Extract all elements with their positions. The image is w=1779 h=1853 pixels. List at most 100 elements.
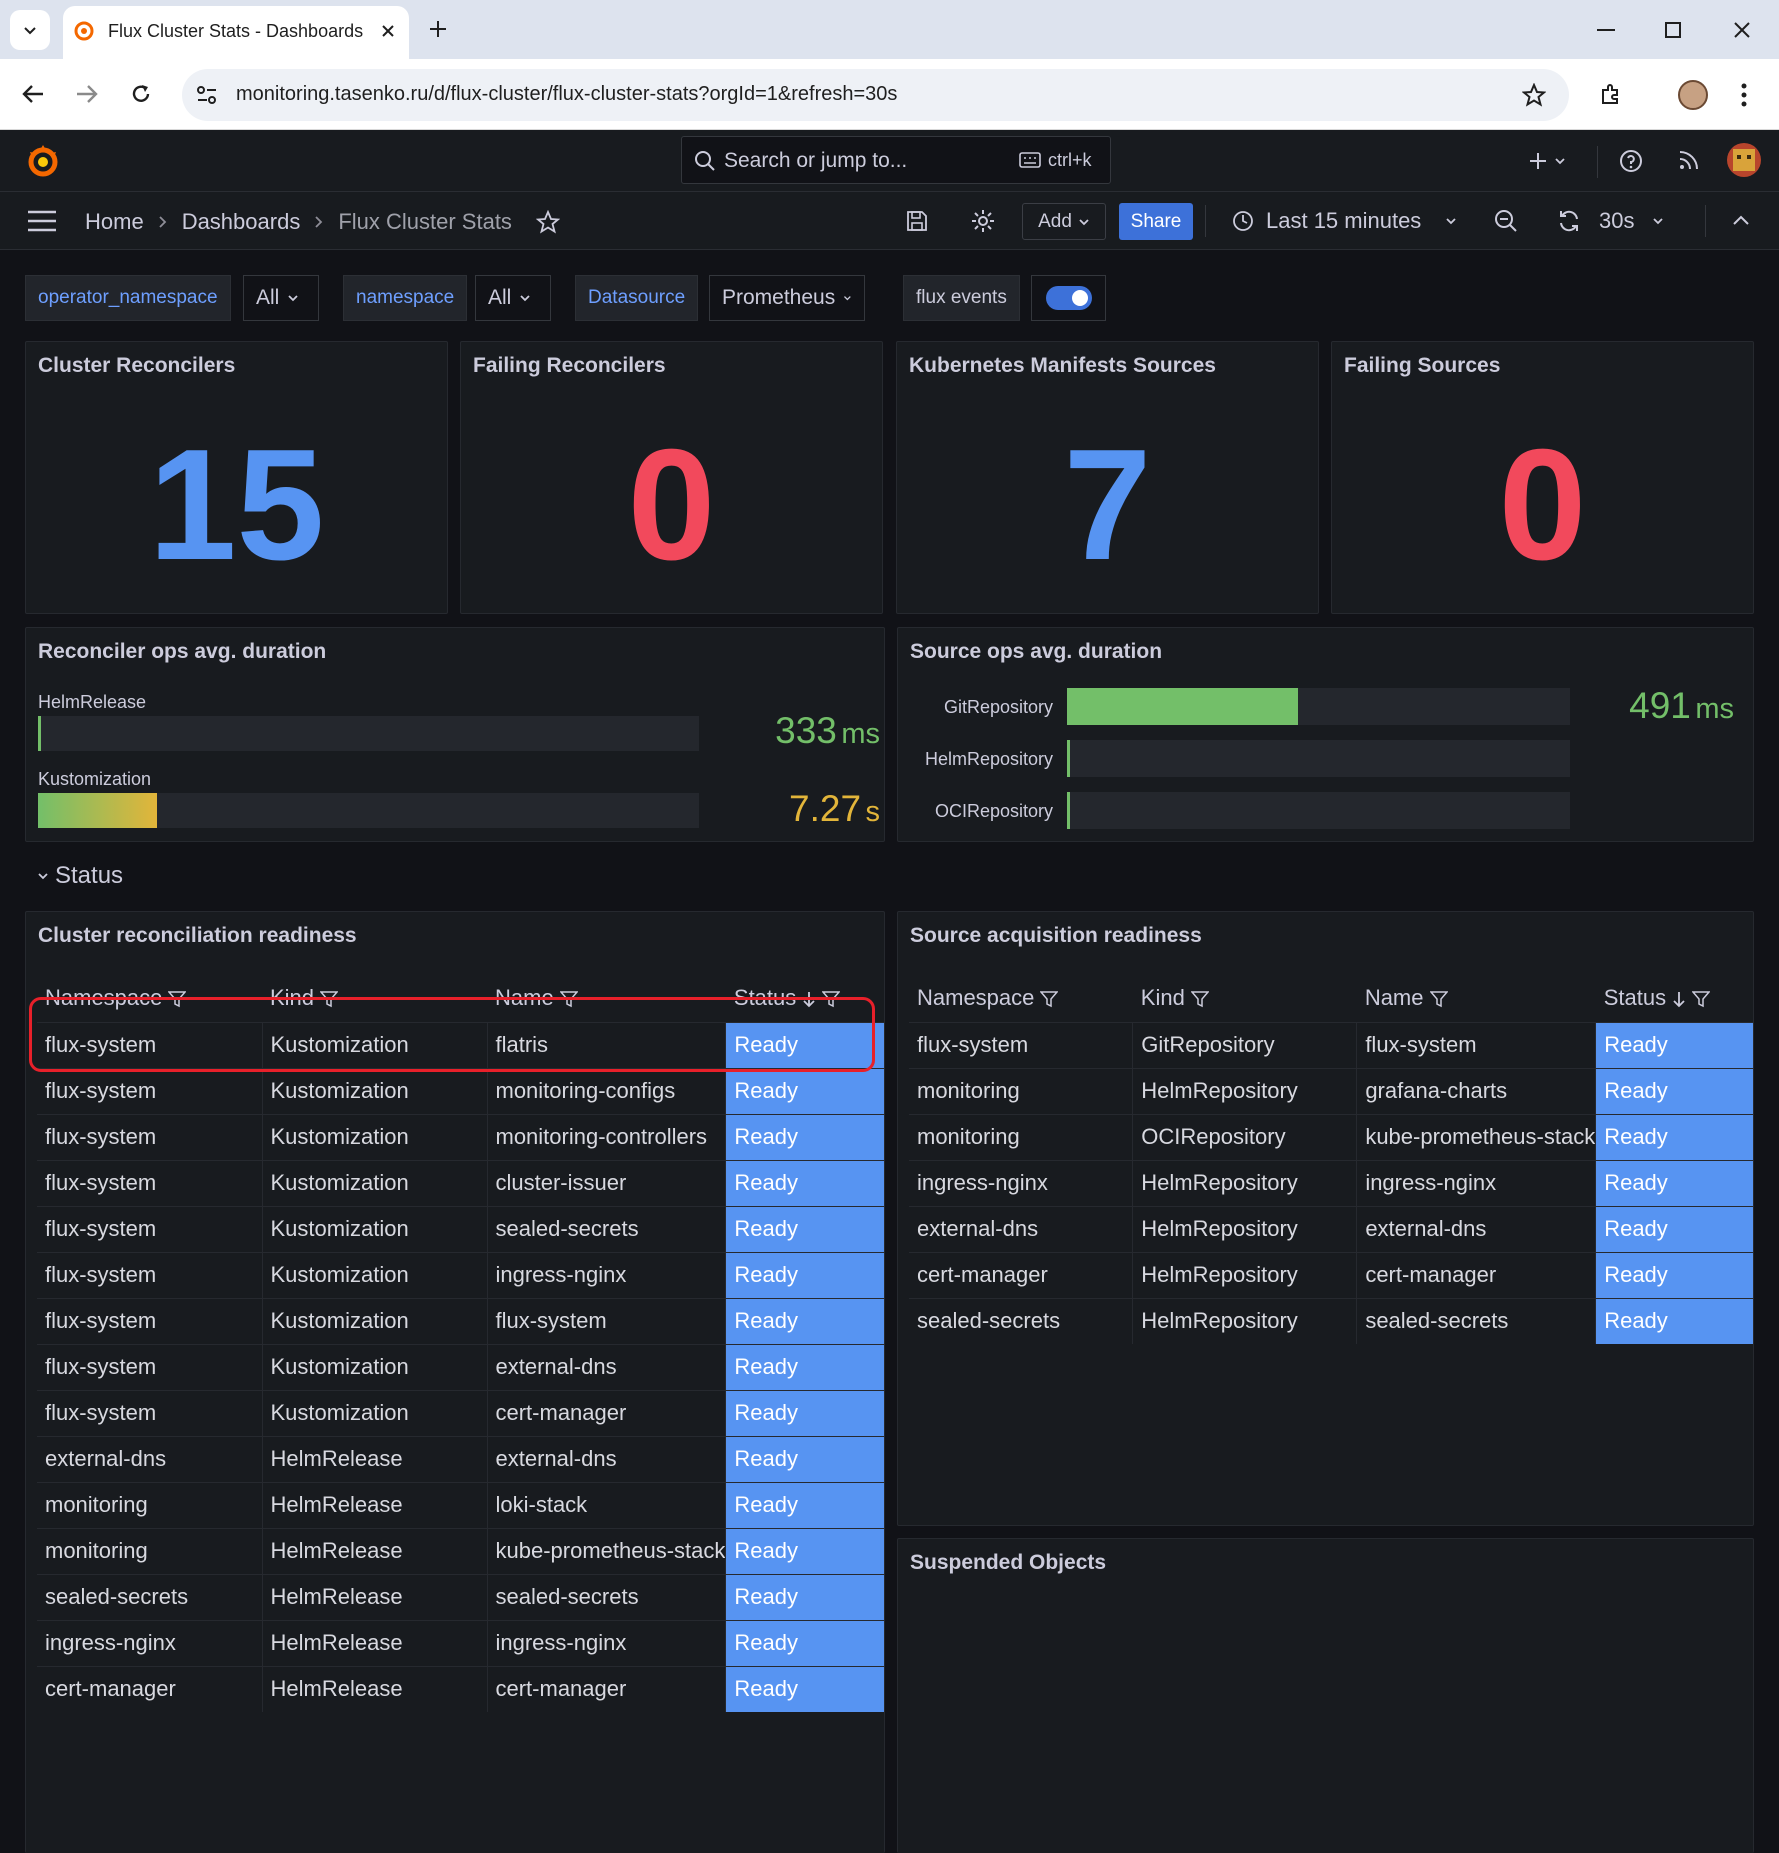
table-row[interactable]: flux-system Kustomization cert-manager Read…	[37, 1389, 884, 1436]
table-cell: Kustomization	[262, 1297, 488, 1344]
status-cell: Ready	[725, 1067, 884, 1114]
table-row[interactable]: flux-system Kustomization monitoring-contr…	[37, 1113, 884, 1160]
source-bar-fill	[1067, 792, 1070, 829]
settings-gear-icon[interactable]	[971, 209, 995, 233]
table-row[interactable]: external-dns HelmRelease external-dns Ready	[37, 1435, 884, 1482]
search-input[interactable]: Search or jump to... ctrl+k	[681, 136, 1111, 184]
status-cell: Ready	[725, 1297, 884, 1344]
table-row[interactable]: flux-system Kustomization external-dns Read…	[37, 1343, 884, 1390]
table-row[interactable]: flux-system GitRepository flux-system Ready	[909, 1021, 1753, 1068]
table-row[interactable]: monitoring HelmRepository grafana-charts Re…	[909, 1067, 1753, 1114]
table-row[interactable]: flux-system Kustomization monitoring-confi…	[37, 1067, 884, 1114]
column-header-label: Namespace	[917, 984, 1035, 1010]
table-row[interactable]: sealed-secrets HelmRepository sealed-secre…	[909, 1297, 1753, 1344]
bookmark-star-icon[interactable]	[1522, 83, 1546, 107]
sort-desc-icon[interactable]	[1672, 990, 1686, 1008]
new-menu-button[interactable]	[1528, 146, 1574, 176]
column-header[interactable]: Namespace	[909, 974, 1133, 1022]
status-cell: Ready	[725, 1619, 884, 1666]
chevron-up-icon[interactable]	[1732, 214, 1750, 226]
table-row[interactable]: ingress-nginx HelmRelease ingress-nginx Rea…	[37, 1619, 884, 1666]
table-row[interactable]: flux-system Kustomization ingress-nginx Rea…	[37, 1251, 884, 1298]
table-cell: monitoring-controllers	[487, 1113, 727, 1160]
status-cell: Ready	[725, 1435, 884, 1482]
filter-icon[interactable]	[1429, 990, 1448, 1008]
stat-panel: Failing Sources 0	[1331, 341, 1754, 614]
new-tab-icon[interactable]	[428, 19, 448, 39]
table-row[interactable]: external-dns HelmRepository external-dns Re…	[909, 1205, 1753, 1252]
tab-search-button[interactable]	[10, 10, 50, 50]
readiness-table: Namespace Kind Name Status flux-system Kustom…	[37, 974, 884, 1712]
stat-value: 7	[1063, 417, 1152, 593]
table-cell: flux-system	[37, 1113, 263, 1160]
menu-icon[interactable]	[27, 210, 57, 232]
breadcrumb-dashboards[interactable]: Dashboards	[182, 209, 301, 235]
close-icon[interactable]	[381, 24, 395, 38]
table-row[interactable]: ingress-nginx HelmRepository ingress-nginx…	[909, 1159, 1753, 1206]
help-icon[interactable]	[1619, 149, 1643, 173]
extensions-icon[interactable]	[1599, 82, 1623, 106]
add-button[interactable]: Add	[1022, 203, 1106, 240]
table-row[interactable]: flux-system Kustomization sealed-secrets Re…	[37, 1205, 884, 1252]
var-select-operator-namespace[interactable]: All	[243, 275, 319, 321]
table-cell: cert-manager	[487, 1389, 727, 1436]
grafana-logo-icon[interactable]	[24, 142, 62, 180]
user-avatar[interactable]	[1727, 143, 1761, 177]
table-row[interactable]: flux-system Kustomization cluster-issuer Re…	[37, 1159, 884, 1206]
maximize-icon[interactable]	[1665, 22, 1681, 38]
var-select-namespace[interactable]: All	[475, 275, 551, 321]
table-row[interactable]: monitoring HelmRelease loki-stack Ready	[37, 1481, 884, 1528]
table-cell: monitoring	[909, 1067, 1134, 1114]
star-icon[interactable]	[535, 210, 560, 234]
var-select-datasource[interactable]: Prometheus	[709, 275, 865, 321]
back-arrow-icon[interactable]	[22, 84, 44, 104]
filter-icon[interactable]	[1190, 990, 1209, 1008]
address-bar[interactable]: monitoring.tasenko.ru/d/flux-cluster/flu…	[182, 69, 1569, 121]
filter-icon[interactable]	[1040, 990, 1059, 1008]
news-feed-icon[interactable]	[1678, 149, 1700, 171]
reload-icon[interactable]	[130, 83, 152, 105]
browser-tab[interactable]: Flux Cluster Stats - Dashboards	[63, 6, 409, 59]
table-row[interactable]: cert-manager HelmRelease cert-manager Ready	[37, 1665, 884, 1712]
save-icon[interactable]	[906, 210, 928, 232]
var-value: Prometheus	[722, 286, 836, 309]
table-row[interactable]: sealed-secrets HelmRelease sealed-secrets R…	[37, 1573, 884, 1620]
column-header[interactable]: Name	[1357, 974, 1596, 1022]
reconciler-ops-panel: Reconciler ops avg. duration HelmRelease…	[25, 627, 885, 842]
zoom-out-icon[interactable]	[1494, 209, 1518, 233]
table-row[interactable]: monitoring OCIRepository kube-prometheus-s…	[909, 1113, 1753, 1160]
table-row[interactable]: cert-manager HelmRepository cert-manager Re…	[909, 1251, 1753, 1298]
table-row[interactable]: flux-system Kustomization flux-system Ready	[37, 1297, 884, 1344]
share-button[interactable]: Share	[1119, 203, 1193, 240]
status-cell: Ready	[725, 1113, 884, 1160]
search-icon	[695, 151, 715, 171]
refresh-picker[interactable]: 30s	[1557, 206, 1664, 236]
table-cell: external-dns	[1356, 1205, 1597, 1252]
site-info-icon[interactable]	[196, 85, 218, 105]
value-unit: ms	[1695, 693, 1734, 725]
table-row[interactable]: monitoring HelmRelease kube-prometheus-sta…	[37, 1527, 884, 1574]
column-header[interactable]: Status	[1596, 974, 1753, 1022]
flux-events-toggle[interactable]	[1045, 286, 1092, 310]
status-row-header[interactable]: Status	[37, 862, 123, 890]
filter-icon[interactable]	[1692, 990, 1711, 1008]
time-range-picker[interactable]: Last 15 minutes	[1232, 206, 1457, 236]
url-text[interactable]: monitoring.tasenko.ru/d/flux-cluster/flu…	[236, 83, 897, 106]
status-cell: Ready	[725, 1343, 884, 1390]
browser-menu-icon[interactable]	[1741, 83, 1747, 107]
forward-arrow-icon[interactable]	[76, 84, 98, 104]
chevron-down-icon	[1446, 218, 1456, 225]
status-cell: Ready	[1595, 1067, 1753, 1114]
column-header[interactable]: Kind	[1133, 974, 1357, 1022]
status-cell: Ready	[725, 1573, 884, 1620]
table-cell: OCIRepository	[1132, 1113, 1358, 1160]
panel-title: Failing Reconcilers	[473, 354, 666, 377]
minimize-icon[interactable]	[1597, 29, 1615, 31]
table-cell: ingress-nginx	[487, 1619, 727, 1666]
gauge-label-kustomization: Kustomization	[38, 769, 152, 789]
window-close-icon[interactable]	[1734, 22, 1750, 38]
table-cell: Kustomization	[262, 1205, 488, 1252]
breadcrumb-home[interactable]: Home	[85, 209, 144, 235]
divider	[1705, 205, 1706, 237]
browser-profile-avatar[interactable]	[1678, 80, 1708, 110]
